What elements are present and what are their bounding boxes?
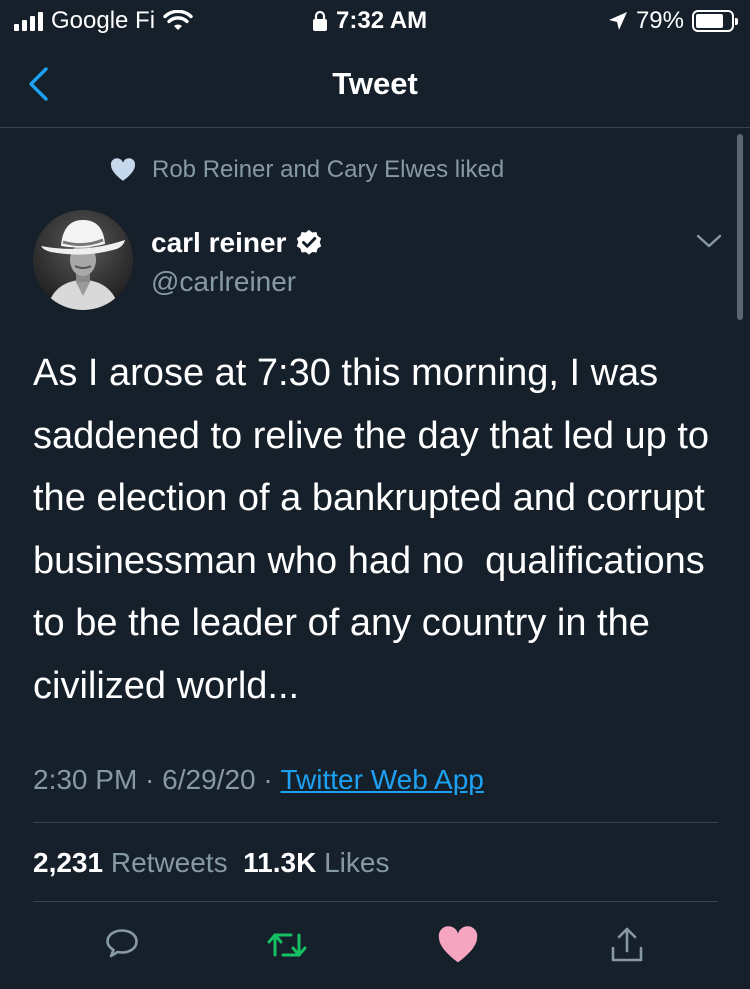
tweet-detail-screen: Google Fi 7:32 AM 79% Tweet Rob Reiner a… xyxy=(0,0,750,989)
chevron-down-icon xyxy=(696,234,722,248)
social-context-text: Rob Reiner and Cary Elwes liked xyxy=(152,156,505,183)
page-title: Tweet xyxy=(332,66,418,101)
author-name-row: carl reiner xyxy=(151,226,324,260)
battery-percentage: 79% xyxy=(635,7,684,34)
wifi-icon xyxy=(163,10,193,30)
retweet-button[interactable] xyxy=(262,920,312,970)
status-bar-right: 79% xyxy=(608,7,738,34)
location-arrow-icon xyxy=(608,12,627,30)
more-options-button[interactable] xyxy=(692,226,726,256)
battery-icon xyxy=(692,10,738,32)
like-button[interactable] xyxy=(433,920,483,970)
tweet-stats: 2,231 Retweets 11.3K Likes xyxy=(33,843,389,883)
clock-time: 7:32 AM xyxy=(336,7,428,34)
verified-badge-icon xyxy=(297,229,322,255)
divider xyxy=(33,901,718,902)
tweet-author[interactable]: carl reiner @carlreiner xyxy=(151,226,324,298)
heart-icon xyxy=(438,926,478,963)
meta-separator: · xyxy=(137,764,163,795)
likes-stat[interactable]: 11.3K Likes xyxy=(243,847,389,879)
avatar-image xyxy=(33,210,133,310)
reply-button[interactable] xyxy=(97,920,147,970)
carrier-name: Google Fi xyxy=(51,7,156,34)
retweets-count: 2,231 xyxy=(33,847,104,878)
tweet-date: 6/29/20 xyxy=(162,764,256,795)
retweets-label: Retweets xyxy=(110,847,228,878)
status-bar-left: Google Fi xyxy=(14,7,193,34)
signal-strength-icon xyxy=(14,11,43,31)
author-display-name: carl reiner xyxy=(151,227,287,258)
tweet-text: As I arose at 7:30 this morning, I was s… xyxy=(33,352,720,707)
tweet-source-link[interactable]: Twitter Web App xyxy=(280,764,483,796)
share-icon xyxy=(611,927,643,962)
likes-label: Likes xyxy=(324,847,390,878)
status-bar: Google Fi 7:32 AM 79% xyxy=(0,0,750,42)
retweets-stat[interactable]: 2,231 Retweets xyxy=(33,847,228,879)
likes-count: 11.3K xyxy=(243,847,317,878)
share-button[interactable] xyxy=(602,920,652,970)
divider xyxy=(33,822,718,823)
scroll-indicator xyxy=(737,134,743,320)
heart-icon xyxy=(110,158,136,181)
meta-separator: · xyxy=(255,764,281,795)
avatar[interactable] xyxy=(33,210,133,310)
author-handle: @carlreiner xyxy=(151,266,297,297)
navigation-bar: Tweet xyxy=(0,42,750,128)
retweet-icon xyxy=(267,933,307,957)
tweet-time: 2:30 PM xyxy=(33,764,138,795)
social-context[interactable]: Rob Reiner and Cary Elwes liked xyxy=(110,155,504,185)
tweet-meta: 2:30 PM · 6/29/20 · Twitter Web App xyxy=(33,760,484,800)
status-bar-center: 7:32 AM xyxy=(312,7,428,34)
lock-icon xyxy=(313,10,327,31)
reply-icon xyxy=(106,929,138,958)
